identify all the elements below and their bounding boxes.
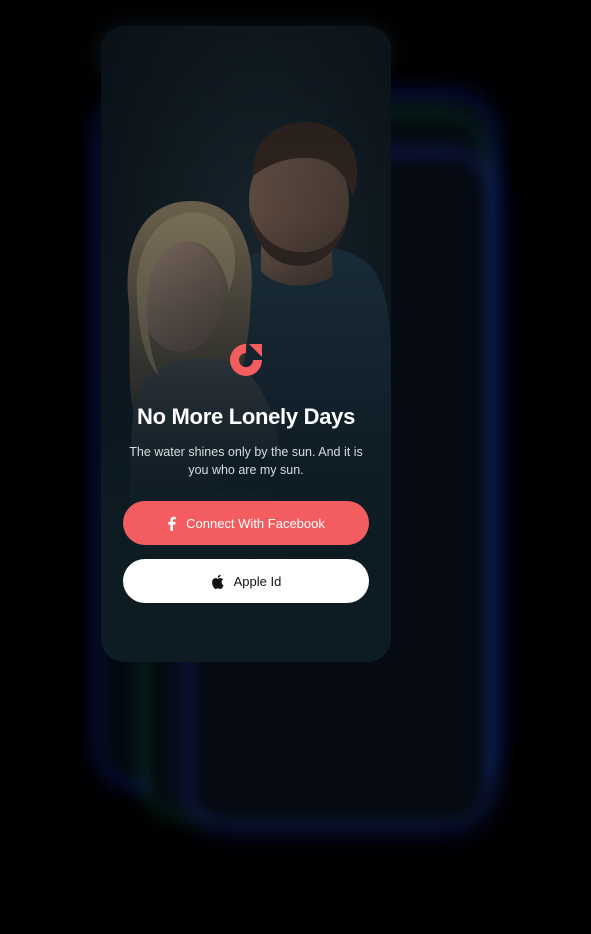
apple-id-label: Apple Id — [233, 573, 282, 589]
page-subtitle: The water shines only by the sun. And it… — [129, 445, 363, 477]
connect-facebook-button[interactable]: Connect With Facebook — [123, 501, 369, 545]
connect-facebook-label: Connect With Facebook — [186, 515, 325, 531]
page-title: No More Lonely Days — [136, 404, 356, 429]
app-logo-icon — [226, 340, 266, 380]
apple-icon — [211, 574, 224, 589]
showcase-stage: No More Lonely Days The water shines onl… — [0, 0, 591, 934]
facebook-icon — [167, 516, 176, 531]
apple-id-button[interactable]: Apple Id — [123, 559, 369, 603]
login-screen: No More Lonely Days The water shines onl… — [101, 26, 391, 662]
